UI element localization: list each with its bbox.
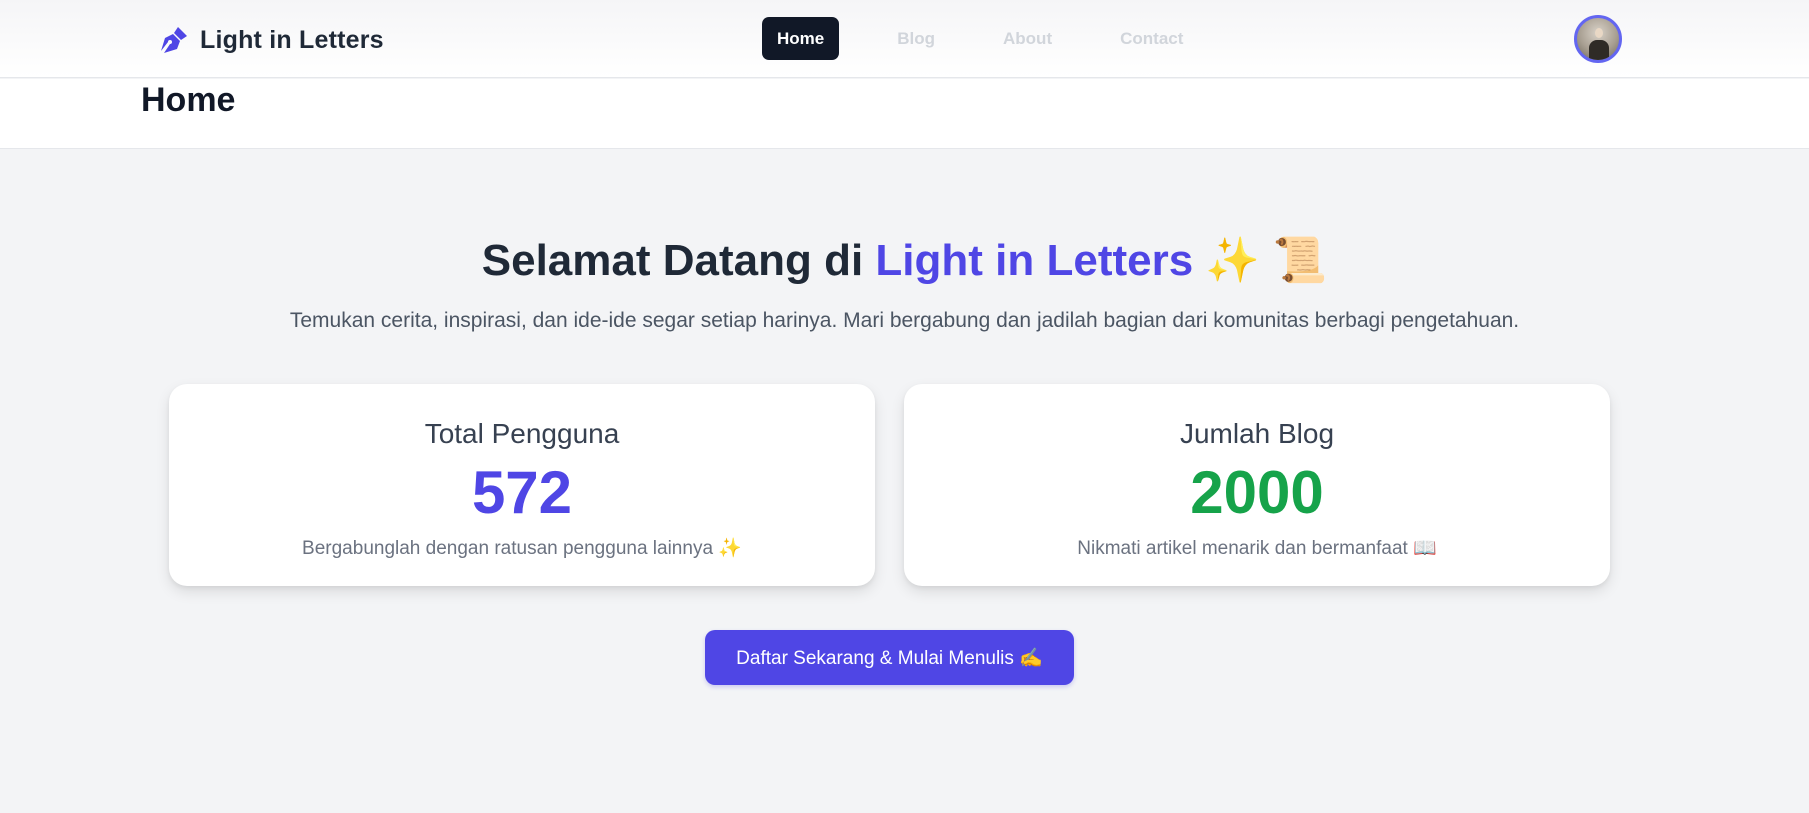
stat-desc-users: Bergabunglah dengan ratusan pengguna lai… — [302, 538, 742, 559]
stat-value-blogs: 2000 — [1190, 459, 1324, 526]
hero-title-prefix: Selamat Datang di — [481, 236, 876, 285]
pen-nib-icon — [158, 24, 190, 56]
nav-contact[interactable]: Contact — [1100, 17, 1203, 60]
avatar-photo-head — [1595, 28, 1603, 38]
user-avatar[interactable] — [1574, 15, 1622, 63]
main-nav: Home Blog About Contact — [762, 17, 1231, 60]
page-title: Home — [141, 81, 236, 119]
hero-title-emoji: ✨ 📜 — [1193, 236, 1328, 285]
stat-card-blogs: Jumlah Blog 2000 Nikmati artikel menarik… — [904, 384, 1610, 586]
stat-value-users: 572 — [471, 459, 573, 526]
nav-about[interactable]: About — [983, 17, 1072, 60]
stat-label-users: Total Pengguna — [424, 418, 620, 449]
register-cta-button[interactable]: Daftar Sekarang & Mulai Menulis ✍️ — [705, 630, 1074, 685]
stat-desc-blogs: Nikmati artikel menarik dan bermanfaat 📖 — [1077, 538, 1437, 559]
hero-subtitle: Temukan cerita, inspirasi, dan ide-ide s… — [289, 309, 1520, 332]
page-header: Home — [0, 79, 1809, 149]
hero-section: Selamat Datang di Light in Letters ✨ 📜 T… — [0, 230, 1809, 336]
brand-link[interactable]: Light in Letters — [158, 22, 384, 58]
hero-title-accent: Light in Letters — [875, 236, 1194, 285]
avatar-photo-body — [1589, 40, 1609, 60]
nav-home[interactable]: Home — [762, 17, 840, 60]
hero-title: Selamat Datang di Light in Letters ✨ 📜 — [0, 230, 1809, 292]
stat-label-blogs: Jumlah Blog — [1179, 418, 1335, 449]
top-navbar: Light in Letters Home Blog About Contact — [0, 0, 1809, 78]
stat-card-users: Total Pengguna 572 Bergabunglah dengan r… — [169, 384, 875, 586]
nav-blog[interactable]: Blog — [877, 17, 955, 60]
brand-name: Light in Letters — [200, 25, 384, 54]
